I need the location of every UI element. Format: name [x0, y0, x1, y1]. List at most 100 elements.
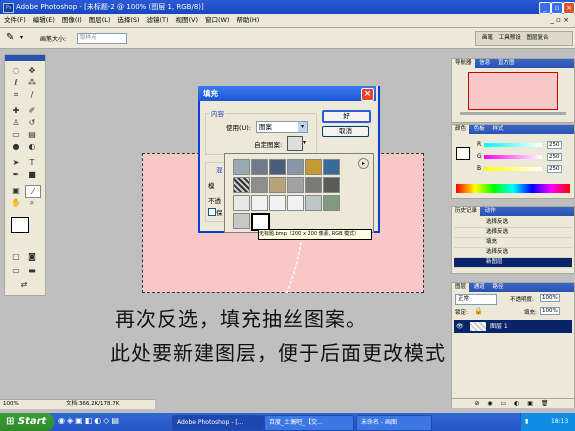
tab-layer-comps[interactable]: 图层复合 — [527, 35, 549, 41]
type-tool-icon[interactable]: T — [25, 157, 39, 168]
magic-wand-tool-icon[interactable]: ⁂ — [25, 77, 39, 88]
r-value[interactable]: 250 — [547, 141, 562, 149]
pattern-swatch[interactable] — [233, 177, 250, 193]
ok-button[interactable]: 好 — [322, 110, 371, 123]
tab-styles[interactable]: 样式 — [490, 125, 507, 134]
custom-pattern-swatch[interactable] — [287, 136, 303, 151]
crop-tool-icon[interactable]: ⌗ — [9, 89, 23, 100]
menu-help[interactable]: 帮助(H) — [236, 14, 259, 27]
pattern-swatch[interactable] — [233, 213, 250, 229]
g-slider[interactable] — [484, 155, 542, 159]
pen-tool-icon[interactable]: ✒ — [9, 169, 23, 180]
menu-view[interactable]: 视图(V) — [175, 14, 198, 27]
pattern-swatch[interactable] — [287, 159, 304, 175]
hand-tool-icon[interactable]: ✋ — [9, 197, 23, 208]
shape-tool-icon[interactable]: ■ — [25, 169, 39, 180]
zoom-tool-icon[interactable]: ⌕ — [25, 197, 39, 208]
path-selection-tool-icon[interactable]: ➤ — [9, 157, 23, 168]
clone-stamp-tool-icon[interactable]: ♙ — [9, 117, 23, 128]
eyedropper-icon[interactable]: ✎ — [6, 32, 14, 43]
history-item-active[interactable]: 新图层 — [454, 258, 572, 268]
opacity-panel-value[interactable]: 100% — [540, 294, 560, 302]
pattern-swatch[interactable] — [251, 195, 268, 211]
tab-layers[interactable]: 图层 — [452, 283, 470, 292]
close-button[interactable]: × — [563, 2, 575, 14]
g-value[interactable]: 250 — [547, 153, 562, 161]
healing-brush-tool-icon[interactable]: ✚ — [9, 105, 23, 116]
tab-swatches[interactable]: 色板 — [471, 125, 488, 134]
color-foreground-swatch[interactable] — [456, 147, 470, 160]
menu-edit[interactable]: 编辑(E) — [33, 14, 55, 27]
pattern-swatch[interactable] — [233, 159, 250, 175]
dialog-close-button[interactable]: × — [361, 88, 374, 101]
gradient-tool-icon[interactable]: ▤ — [25, 129, 39, 140]
tool-preset-arrow-icon[interactable]: ▾ — [20, 34, 23, 41]
use-select[interactable]: 图案 ▾ — [256, 121, 308, 133]
tab-histogram[interactable]: 直方图 — [495, 59, 518, 68]
pattern-swatch[interactable] — [269, 177, 286, 193]
pattern-swatch[interactable] — [287, 195, 304, 211]
custom-pattern-dropdown-icon[interactable]: ▾ — [303, 139, 306, 146]
slice-tool-icon[interactable]: ∕ — [25, 89, 39, 100]
pattern-swatch[interactable] — [323, 177, 340, 193]
screen-mode-standard-icon[interactable]: ▭ — [9, 265, 23, 276]
document-window-controls[interactable]: _ ▫ × — [550, 14, 569, 27]
menu-filter[interactable]: 滤镜(T) — [147, 14, 169, 27]
pattern-swatch[interactable] — [251, 177, 268, 193]
tab-channels[interactable]: 通道 — [471, 283, 488, 292]
tab-tool-presets[interactable]: 工具预设 — [499, 35, 521, 41]
menu-layer[interactable]: 图层(L) — [89, 14, 111, 27]
pattern-swatch[interactable] — [251, 159, 268, 175]
pattern-swatch[interactable] — [305, 159, 322, 175]
task-browser[interactable]: 百度_土偶吧_【交... — [264, 415, 354, 431]
foreground-color-swatch[interactable] — [11, 217, 29, 233]
zoom-level[interactable]: 100% — [3, 400, 19, 409]
blur-tool-icon[interactable]: ● — [9, 141, 23, 152]
tab-history[interactable]: 历史记录 — [452, 207, 481, 216]
task-paint[interactable]: 未命名 - 画图 — [356, 415, 432, 431]
eraser-tool-icon[interactable]: ▭ — [9, 129, 23, 140]
tab-paths[interactable]: 路径 — [490, 283, 507, 292]
history-item[interactable]: 选择反选 — [454, 248, 572, 258]
preserve-transparency-checkbox[interactable] — [208, 208, 216, 216]
lasso-tool-icon[interactable]: ℓ — [9, 77, 23, 88]
menu-image[interactable]: 图像(I) — [62, 14, 82, 27]
dodge-tool-icon[interactable]: ◐ — [25, 141, 39, 152]
blend-mode-select[interactable]: 正常 — [455, 294, 497, 305]
tab-navigator[interactable]: 导航器 — [452, 59, 475, 68]
pattern-swatch[interactable] — [287, 177, 304, 193]
history-brush-tool-icon[interactable]: ↺ — [25, 117, 39, 128]
notes-tool-icon[interactable]: ▣ — [9, 185, 23, 196]
pattern-swatch[interactable] — [323, 159, 340, 175]
tab-color[interactable]: 颜色 — [452, 125, 470, 134]
tab-brushes[interactable]: 画笔 — [482, 35, 493, 41]
use-select-arrow-icon[interactable]: ▾ — [298, 122, 307, 132]
quick-launch-icons[interactable]: ◉◈▣◧◐◇▤ — [58, 416, 121, 425]
tab-actions[interactable]: 动作 — [482, 207, 499, 216]
start-button[interactable]: ⊞ Start — [0, 413, 54, 431]
navigator-thumbnail[interactable] — [468, 72, 558, 110]
quick-mask-mode-icon[interactable]: ◙ — [25, 251, 39, 262]
fill-value[interactable]: 100% — [540, 307, 560, 315]
cancel-button[interactable]: 取消 — [322, 126, 369, 137]
lock-icon[interactable]: 🔒 — [474, 307, 483, 315]
history-item[interactable]: 选择反选 — [454, 218, 572, 228]
minimize-button[interactable]: _ — [539, 2, 551, 14]
pattern-swatch[interactable] — [323, 195, 340, 211]
sample-size-select[interactable]: 取样点 — [77, 33, 127, 44]
history-item[interactable]: 填充 — [454, 238, 572, 248]
maximize-button[interactable]: ▫ — [551, 2, 563, 14]
navigator-zoom-slider[interactable] — [460, 112, 566, 115]
pattern-swatch[interactable] — [305, 177, 322, 193]
task-photoshop[interactable]: Adobe Photoshop - [... — [172, 415, 264, 431]
standard-mode-icon[interactable]: ▢ — [9, 251, 23, 262]
menu-window[interactable]: 窗口(W) — [205, 14, 230, 27]
brush-tool-icon[interactable]: ✐ — [25, 105, 39, 116]
r-slider[interactable] — [484, 143, 542, 147]
menu-select[interactable]: 选择(S) — [117, 14, 139, 27]
pattern-swatch[interactable] — [269, 159, 286, 175]
layer-row[interactable]: 👁 图层 1 — [454, 320, 572, 333]
move-tool-icon[interactable]: ✥ — [25, 65, 39, 76]
b-slider[interactable] — [484, 167, 542, 171]
eye-icon[interactable]: 👁 — [456, 320, 464, 333]
